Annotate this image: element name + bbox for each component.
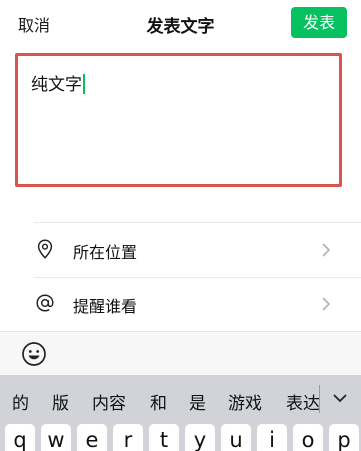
- chevron-right-icon: [322, 243, 331, 257]
- key-w[interactable]: w: [41, 424, 71, 451]
- key-q[interactable]: q: [5, 424, 35, 451]
- mention-row[interactable]: 提醒谁看: [0, 277, 361, 331]
- chevron-down-icon: [333, 394, 347, 403]
- candidate-word[interactable]: 的: [12, 389, 29, 414]
- chevron-right-icon: [322, 297, 331, 311]
- emoji-face-icon[interactable]: [21, 341, 47, 367]
- candidate-word[interactable]: 版: [52, 389, 69, 414]
- candidate-word[interactable]: 表达: [286, 389, 320, 414]
- cancel-button[interactable]: 取消: [18, 12, 50, 36]
- key-u[interactable]: u: [221, 424, 251, 451]
- text-input-content: 纯文字: [31, 70, 85, 95]
- key-i[interactable]: i: [257, 424, 287, 451]
- post-button[interactable]: 发表: [291, 7, 347, 38]
- candidate-word[interactable]: 是: [189, 389, 206, 414]
- text-input-value: 纯文字: [31, 75, 82, 95]
- location-label: 所在位置: [73, 243, 138, 262]
- candidate-word[interactable]: 内容: [92, 389, 126, 414]
- candidate-word[interactable]: 游戏: [228, 389, 262, 414]
- at-sign-icon: [36, 294, 54, 312]
- text-cursor: [83, 74, 85, 94]
- keyboard-row: q w e r t y u i o p: [0, 424, 361, 451]
- mention-label: 提醒谁看: [73, 297, 138, 316]
- key-r[interactable]: r: [113, 424, 143, 451]
- key-t[interactable]: t: [149, 424, 179, 451]
- key-p[interactable]: p: [329, 424, 359, 451]
- location-row[interactable]: 所在位置: [0, 223, 361, 277]
- key-o[interactable]: o: [293, 424, 323, 451]
- text-input-area[interactable]: 纯文字: [15, 53, 342, 187]
- key-y[interactable]: y: [185, 424, 215, 451]
- candidate-word[interactable]: 和: [150, 389, 167, 414]
- ime-candidate-bar: 的 版 内容 和 是 游戏 表达: [0, 375, 361, 424]
- emoji-toolbar: [0, 331, 361, 375]
- key-e[interactable]: e: [77, 424, 107, 451]
- nav-bar: 取消 发表文字 发表: [0, 0, 361, 44]
- candidate-separator: [319, 385, 320, 413]
- location-pin-icon: [37, 239, 53, 259]
- expand-candidates-button[interactable]: [319, 375, 361, 424]
